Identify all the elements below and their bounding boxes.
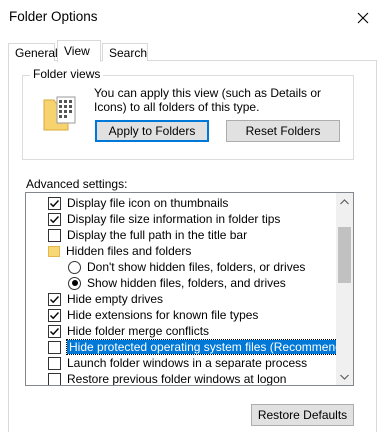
advanced-setting-item[interactable]: Show hidden files, folders, and drives [68,275,286,291]
advanced-setting-item[interactable]: Display file icon on thumbnails [48,195,228,211]
checkmark-icon [49,326,60,337]
advanced-setting-label: Display file icon on thumbnails [67,196,228,210]
checkbox-checked[interactable] [48,309,61,322]
close-button[interactable] [341,0,385,36]
checkmark-icon [49,310,60,321]
checkbox-checked[interactable] [48,325,61,338]
scroll-up-button[interactable] [336,193,353,210]
advanced-setting-item: Hidden files and folders [48,243,191,259]
close-icon [357,12,369,24]
title-bar: Folder Options [0,0,385,36]
advanced-setting-label: Show hidden files, folders, and drives [87,276,286,290]
checkbox-unchecked[interactable] [48,357,61,370]
tab-search[interactable]: Search [102,43,148,61]
advanced-setting-label: Display the full path in the title bar [67,228,247,242]
advanced-setting-item[interactable]: Restore previous folder windows at logon [48,371,286,386]
reset-folders-button[interactable]: Reset Folders [226,120,340,142]
list-scrollbar[interactable] [336,193,353,385]
checkbox-checked[interactable] [48,197,61,210]
advanced-setting-label: Hide empty drives [67,292,163,306]
checkbox-checked[interactable] [48,293,61,306]
checkbox-unchecked[interactable] [48,373,61,386]
advanced-setting-item[interactable]: Don't show hidden files, folders, or dri… [68,259,305,275]
checkmark-icon [49,294,60,305]
advanced-setting-item[interactable]: Display file size information in folder … [48,211,280,227]
window-title: Folder Options [9,9,98,24]
checkbox-unchecked[interactable] [48,229,61,242]
tab-view[interactable]: View [57,40,101,62]
advanced-settings-label: Advanced settings: [26,177,127,191]
checkmark-icon [49,198,60,209]
advanced-setting-label: Display file size information in folder … [67,212,280,226]
advanced-setting-label: Hidden files and folders [66,244,191,258]
radio-selected[interactable] [68,277,81,290]
advanced-setting-item[interactable]: Hide protected operating system files (R… [48,339,354,355]
advanced-setting-label: Launch folder windows in a separate proc… [67,356,307,370]
advanced-setting-item[interactable]: Hide extensions for known file types [48,307,258,323]
folder-views-description: You can apply this view (such as Details… [94,86,350,114]
checkbox-unchecked[interactable] [48,341,61,354]
advanced-setting-item[interactable]: Hide empty drives [48,291,163,307]
chevron-down-icon [340,374,349,380]
scroll-thumb[interactable] [338,227,351,283]
advanced-setting-item[interactable]: Hide folder merge conflicts [48,323,209,339]
checkbox-checked[interactable] [48,213,61,226]
advanced-setting-item[interactable]: Launch folder windows in a separate proc… [48,355,307,371]
folder-view-icon [42,94,76,132]
advanced-setting-label: Hide protected operating system files (R… [67,340,354,354]
folder-icon [48,246,60,257]
advanced-setting-label: Hide folder merge conflicts [67,324,209,338]
folder-views-legend: Folder views [30,67,103,81]
checkmark-icon [49,214,60,225]
chevron-up-icon [340,199,349,205]
restore-defaults-button[interactable]: Restore Defaults [251,404,354,426]
advanced-setting-label: Hide extensions for known file types [67,308,258,322]
tab-general[interactable]: General [8,43,55,61]
scroll-down-button[interactable] [336,368,353,385]
apply-to-folders-button[interactable]: Apply to Folders [95,120,209,142]
advanced-settings-list[interactable]: Display file icon on thumbnails Display f… [25,192,354,386]
advanced-setting-item[interactable]: Display the full path in the title bar [48,227,247,243]
advanced-setting-label: Don't show hidden files, folders, or dri… [87,260,305,274]
radio-unselected[interactable] [68,261,81,274]
advanced-setting-label: Restore previous folder windows at logon [67,372,286,386]
